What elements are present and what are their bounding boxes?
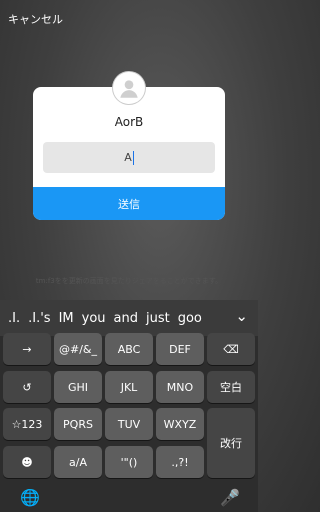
suggestion-item[interactable]: .I.'s [28, 311, 50, 326]
key-ghi[interactable]: GHI [54, 371, 102, 403]
arrow-right-key[interactable]: → [3, 333, 51, 365]
text-caret [132, 150, 134, 165]
input-dialog: AorB A 送信 [33, 87, 225, 220]
answer-input-value: A [124, 151, 132, 164]
user-avatar-icon [120, 80, 138, 98]
suggestion-item[interactable]: you [82, 311, 106, 326]
send-button[interactable]: 送信 [33, 187, 225, 220]
case-toggle-key[interactable]: a/A [54, 446, 102, 478]
numbers-key[interactable]: ☆123 [3, 408, 51, 440]
globe-icon[interactable]: 🌐 [20, 488, 40, 507]
microphone-icon[interactable]: 🎤 [220, 488, 240, 507]
brackets-key[interactable]: '"() [105, 446, 153, 478]
footer-note: tm:f3をを更新の画面を見たりジェアをることができます。 [35, 277, 223, 285]
keyboard: → @#/&_ ABC DEF ⌫ ↺ GHI JKL MNO 空白 ☆123 … [0, 333, 258, 512]
suggestion-item[interactable]: and [114, 311, 138, 326]
key-symbols[interactable]: @#/&_ [54, 333, 102, 365]
key-abc[interactable]: ABC [105, 333, 153, 365]
undo-key[interactable]: ↺ [3, 371, 51, 403]
suggestion-item[interactable]: IM [59, 311, 74, 326]
suggestion-bar: .I. .I.'s IM you and just goo ⌄ [0, 300, 258, 336]
avatar [113, 72, 145, 104]
punctuation-key[interactable]: .,?! [156, 446, 204, 478]
suggestion-item[interactable]: goo [178, 311, 202, 326]
cancel-button[interactable]: キャンセル [8, 11, 63, 27]
answer-input[interactable]: A [43, 142, 215, 173]
key-jkl[interactable]: JKL [105, 371, 153, 403]
key-mno[interactable]: MNO [156, 371, 204, 403]
key-pqrs[interactable]: PQRS [54, 408, 102, 440]
return-key[interactable]: 改行 [207, 408, 255, 478]
key-tuv[interactable]: TUV [105, 408, 153, 440]
suggestion-item[interactable]: just [146, 311, 170, 326]
key-wxyz[interactable]: WXYZ [156, 408, 204, 440]
chevron-down-icon[interactable]: ⌄ [235, 307, 248, 325]
emoji-key[interactable]: ☻ [3, 446, 51, 478]
key-def[interactable]: DEF [156, 333, 204, 365]
suggestion-item[interactable]: .I. [8, 311, 20, 326]
dialog-title: AorB [114, 115, 144, 129]
space-key[interactable]: 空白 [207, 371, 255, 403]
backspace-key[interactable]: ⌫ [207, 333, 255, 365]
